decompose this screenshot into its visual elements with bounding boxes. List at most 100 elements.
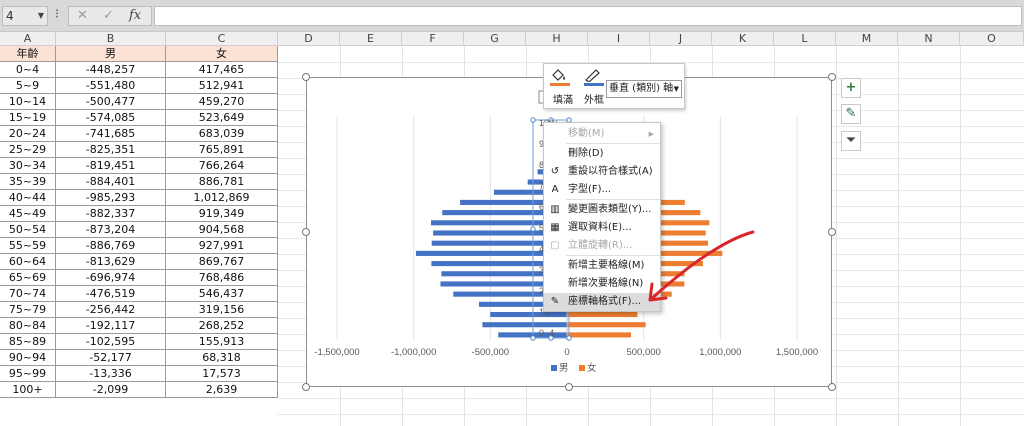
more-options-icon[interactable]: ⁝ xyxy=(55,8,59,22)
table-cell[interactable]: -102,595 xyxy=(56,334,166,350)
table-cell[interactable]: -192,117 xyxy=(56,318,166,334)
table-cell[interactable]: 80~84 xyxy=(0,318,56,334)
table-header-cell[interactable]: 男 xyxy=(56,46,166,62)
cancel-icon[interactable]: ✕ xyxy=(77,8,88,23)
table-cell[interactable]: -825,351 xyxy=(56,142,166,158)
column-header-d[interactable]: D xyxy=(278,32,340,46)
table-cell[interactable]: 869,767 xyxy=(166,254,278,270)
table-cell[interactable]: 15~19 xyxy=(0,110,56,126)
table-cell[interactable]: -882,337 xyxy=(56,206,166,222)
table-cell[interactable]: 766,264 xyxy=(166,158,278,174)
context-menu-item[interactable]: ↺ 重設以符合樣式(A) xyxy=(544,163,660,181)
table-cell[interactable]: 459,270 xyxy=(166,94,278,110)
table-cell[interactable]: 85~89 xyxy=(0,334,56,350)
context-menu-item[interactable]: ▦ 選取資料(E)... xyxy=(544,219,660,237)
chart-resize-handle[interactable] xyxy=(828,73,836,81)
table-header-cell[interactable]: 年齡 xyxy=(0,46,56,62)
table-cell[interactable]: 20~24 xyxy=(0,126,56,142)
table-cell[interactable]: 60~64 xyxy=(0,254,56,270)
context-menu-item[interactable]: A 字型(F)... xyxy=(544,181,660,199)
chart-resize-handle[interactable] xyxy=(302,228,310,236)
enter-icon[interactable]: ✓ xyxy=(103,8,114,23)
table-cell[interactable]: 546,437 xyxy=(166,286,278,302)
table-cell[interactable]: -819,451 xyxy=(56,158,166,174)
table-cell[interactable]: 155,913 xyxy=(166,334,278,350)
table-cell[interactable]: 523,649 xyxy=(166,110,278,126)
chart-resize-handle[interactable] xyxy=(302,383,310,391)
context-menu-item[interactable]: 新增主要格線(M) xyxy=(544,257,660,275)
table-cell[interactable]: 50~54 xyxy=(0,222,56,238)
column-header-a[interactable]: A xyxy=(0,32,56,46)
table-cell[interactable]: 1,012,869 xyxy=(166,190,278,206)
chart-resize-handle[interactable] xyxy=(828,228,836,236)
table-cell[interactable]: -741,685 xyxy=(56,126,166,142)
table-cell[interactable]: -13,336 xyxy=(56,366,166,382)
column-header-n[interactable]: N xyxy=(898,32,960,46)
table-cell[interactable]: 25~29 xyxy=(0,142,56,158)
chart-filters-button[interactable]: ⏷ xyxy=(841,131,861,151)
formula-input[interactable] xyxy=(154,6,1022,26)
column-header-o[interactable]: O xyxy=(960,32,1024,46)
table-cell[interactable]: 319,156 xyxy=(166,302,278,318)
context-menu-item[interactable]: 新增次要格線(N) xyxy=(544,275,660,293)
chart-elements-button[interactable]: + xyxy=(841,78,861,98)
table-cell[interactable]: 10~14 xyxy=(0,94,56,110)
name-box-dropdown-icon[interactable]: ▼ xyxy=(38,7,44,25)
chart-element-select[interactable]: 垂直 (類別) 軸 ▼ xyxy=(606,80,682,98)
table-cell[interactable]: 512,941 xyxy=(166,78,278,94)
table-cell[interactable]: 55~59 xyxy=(0,238,56,254)
table-cell[interactable]: 30~34 xyxy=(0,158,56,174)
table-cell[interactable]: 0~4 xyxy=(0,62,56,78)
table-cell[interactable]: 683,039 xyxy=(166,126,278,142)
table-cell[interactable]: 2,639 xyxy=(166,382,278,398)
table-cell[interactable]: 886,781 xyxy=(166,174,278,190)
table-cell[interactable]: 40~44 xyxy=(0,190,56,206)
table-cell[interactable]: -985,293 xyxy=(56,190,166,206)
table-cell[interactable]: 17,573 xyxy=(166,366,278,382)
table-cell[interactable]: -696,974 xyxy=(56,270,166,286)
chart-resize-handle[interactable] xyxy=(828,383,836,391)
column-header-m[interactable]: M xyxy=(836,32,898,46)
table-cell[interactable]: 268,252 xyxy=(166,318,278,334)
chart-resize-handle[interactable] xyxy=(302,73,310,81)
table-cell[interactable]: -256,442 xyxy=(56,302,166,318)
table-cell[interactable]: -500,477 xyxy=(56,94,166,110)
table-cell[interactable]: -884,401 xyxy=(56,174,166,190)
column-header-k[interactable]: K xyxy=(712,32,774,46)
context-menu-item[interactable]: 刪除(D) xyxy=(544,145,660,163)
table-cell[interactable]: -476,519 xyxy=(56,286,166,302)
table-cell[interactable]: -574,085 xyxy=(56,110,166,126)
table-cell[interactable]: -551,480 xyxy=(56,78,166,94)
table-cell[interactable]: 95~99 xyxy=(0,366,56,382)
column-header-c[interactable]: C xyxy=(166,32,278,46)
context-menu-item[interactable]: ▥ 變更圖表類型(Y)... xyxy=(544,201,660,219)
table-cell[interactable]: 65~69 xyxy=(0,270,56,286)
column-header-h[interactable]: H xyxy=(526,32,588,46)
column-header-b[interactable]: B xyxy=(56,32,166,46)
chart-styles-button[interactable]: ✎ xyxy=(841,104,861,124)
table-cell[interactable]: -2,099 xyxy=(56,382,166,398)
name-box[interactable]: 4 ▼ xyxy=(2,6,48,26)
table-cell[interactable]: 68,318 xyxy=(166,350,278,366)
table-cell[interactable]: 919,349 xyxy=(166,206,278,222)
column-header-i[interactable]: I xyxy=(588,32,650,46)
table-cell[interactable]: -813,629 xyxy=(56,254,166,270)
table-cell[interactable]: 35~39 xyxy=(0,174,56,190)
table-cell[interactable]: 904,568 xyxy=(166,222,278,238)
table-cell[interactable]: 75~79 xyxy=(0,302,56,318)
column-header-f[interactable]: F xyxy=(402,32,464,46)
table-cell[interactable]: -873,204 xyxy=(56,222,166,238)
table-cell[interactable]: 765,891 xyxy=(166,142,278,158)
insert-function-icon[interactable]: fx xyxy=(129,8,141,23)
table-cell[interactable]: 768,486 xyxy=(166,270,278,286)
table-cell[interactable]: 90~94 xyxy=(0,350,56,366)
table-cell[interactable]: 100+ xyxy=(0,382,56,398)
column-header-e[interactable]: E xyxy=(340,32,402,46)
column-header-g[interactable]: G xyxy=(464,32,526,46)
table-cell[interactable]: 5~9 xyxy=(0,78,56,94)
table-header-cell[interactable]: 女 xyxy=(166,46,278,62)
table-cell[interactable]: 70~74 xyxy=(0,286,56,302)
table-cell[interactable]: -886,769 xyxy=(56,238,166,254)
table-cell[interactable]: 417,465 xyxy=(166,62,278,78)
chart-resize-handle[interactable] xyxy=(565,383,573,391)
